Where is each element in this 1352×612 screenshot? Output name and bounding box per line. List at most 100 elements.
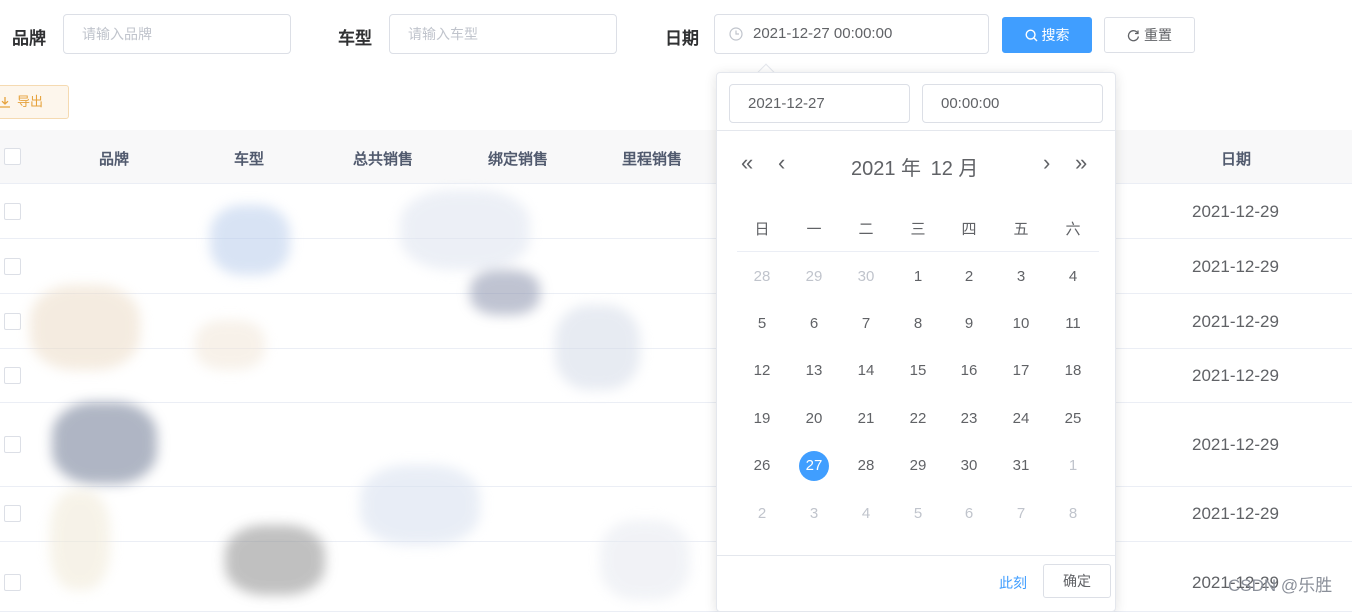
picker-header: 2021 年 12 月: [851, 152, 982, 181]
calendar-day[interactable]: 3: [1006, 262, 1036, 292]
calendar-day[interactable]: 1: [1058, 451, 1088, 481]
redaction-mark: [30, 285, 140, 370]
year-label[interactable]: 2021 年: [851, 158, 921, 180]
chevron-right-icon[interactable]: ›: [1043, 151, 1050, 175]
picker-date-input[interactable]: 2021-12-27: [729, 84, 910, 123]
calendar-day[interactable]: 28: [747, 262, 777, 292]
redaction-mark: [470, 270, 540, 315]
calendar-day[interactable]: 29: [903, 451, 933, 481]
redaction-mark: [225, 525, 325, 595]
calendar-day[interactable]: 19: [747, 404, 777, 434]
calendar-day[interactable]: 5: [747, 309, 777, 339]
calendar-day[interactable]: 13: [799, 356, 829, 386]
calendar-day[interactable]: 22: [903, 404, 933, 434]
double-chevron-right-icon[interactable]: »: [1075, 151, 1087, 175]
calendar-day[interactable]: 1: [903, 262, 933, 292]
calendar-day[interactable]: 18: [1058, 356, 1088, 386]
chevron-left-icon[interactable]: ‹: [778, 151, 785, 175]
row-checkbox[interactable]: [4, 574, 21, 591]
row-date: 2021-12-29: [1192, 366, 1279, 385]
table-header: 品牌 车型 总共销售 绑定销售 里程销售 日期: [0, 130, 1352, 184]
calendar-day[interactable]: 12: [747, 356, 777, 386]
calendar-day[interactable]: 17: [1006, 356, 1036, 386]
picker-divider: [717, 130, 1115, 131]
calendar-day[interactable]: 7: [851, 309, 881, 339]
calendar-day[interactable]: 3: [799, 499, 829, 529]
reset-button[interactable]: 重置: [1104, 17, 1195, 53]
picker-time-input[interactable]: 00:00:00: [922, 84, 1103, 123]
calendar-day[interactable]: 10: [1006, 309, 1036, 339]
row-checkbox[interactable]: [4, 505, 21, 522]
calendar-day[interactable]: 8: [1058, 499, 1088, 529]
redaction-mark: [600, 520, 690, 600]
date-label: 日期: [665, 29, 699, 48]
calendar-day[interactable]: 4: [1058, 262, 1088, 292]
month-label[interactable]: 12 月: [931, 158, 979, 180]
redaction-mark: [400, 190, 530, 270]
picker-footer-divider: [717, 555, 1115, 556]
calendar-day[interactable]: 16: [954, 356, 984, 386]
calendar-day[interactable]: 15: [903, 356, 933, 386]
calendar-day[interactable]: 2: [747, 499, 777, 529]
select-all-checkbox[interactable]: [4, 148, 21, 165]
table-row[interactable]: 2021-12-29: [0, 239, 1352, 294]
redaction-mark: [360, 465, 480, 545]
row-checkbox[interactable]: [4, 436, 21, 453]
row-checkbox[interactable]: [4, 258, 21, 275]
row-checkbox[interactable]: [4, 203, 21, 220]
row-date: 2021-12-29: [1192, 312, 1279, 331]
calendar-day[interactable]: 7: [1006, 499, 1036, 529]
column-header-bound-sales: 绑定销售: [487, 151, 549, 168]
calendar-day[interactable]: 20: [799, 404, 829, 434]
date-input[interactable]: 2021-12-27 00:00:00: [714, 14, 989, 54]
column-header-brand: 品牌: [98, 151, 130, 168]
weekday-header: 二: [858, 221, 874, 238]
table-row[interactable]: 2021-12-29: [0, 184, 1352, 239]
calendar-day[interactable]: 25: [1058, 404, 1088, 434]
weekday-header: 六: [1065, 221, 1081, 238]
calendar-day[interactable]: 14: [851, 356, 881, 386]
brand-input[interactable]: 请输入品牌: [63, 14, 291, 54]
calendar-day[interactable]: 9: [954, 309, 984, 339]
weekday-divider: [737, 251, 1099, 252]
download-icon: [0, 96, 10, 108]
table-row[interactable]: 2021-12-29: [0, 403, 1352, 487]
calendar-day[interactable]: 2: [954, 262, 984, 292]
calendar-day[interactable]: 30: [954, 451, 984, 481]
weekday-header: 一: [806, 221, 822, 238]
calendar-day[interactable]: 8: [903, 309, 933, 339]
calendar-day[interactable]: 24: [1006, 404, 1036, 434]
row-checkbox[interactable]: [4, 313, 21, 330]
calendar-day[interactable]: 11: [1058, 309, 1088, 339]
weekday-header: 三: [910, 221, 926, 238]
calendar-day[interactable]: 6: [799, 309, 829, 339]
row-checkbox[interactable]: [4, 367, 21, 384]
search-button[interactable]: 搜索: [1002, 17, 1092, 53]
model-label: 车型: [338, 29, 372, 48]
refresh-icon: [1127, 29, 1140, 42]
date-picker-popup: 2021-12-27 00:00:00 « ‹ 2021 年 12 月 › » …: [716, 72, 1116, 612]
export-button[interactable]: 导出: [0, 85, 69, 119]
search-icon: [1024, 29, 1037, 42]
column-header-date: 日期: [1220, 151, 1252, 168]
model-input[interactable]: 请输入车型: [389, 14, 617, 54]
calendar-day[interactable]: 4: [851, 499, 881, 529]
confirm-button[interactable]: 确定: [1043, 564, 1111, 598]
calendar-day[interactable]: 21: [851, 404, 881, 434]
calendar-day[interactable]: 23: [954, 404, 984, 434]
calendar-day[interactable]: 27: [799, 451, 829, 481]
calendar-day[interactable]: 30: [851, 262, 881, 292]
calendar-day[interactable]: 5: [903, 499, 933, 529]
column-header-total-sales: 总共销售: [352, 151, 414, 168]
redaction-mark: [52, 402, 157, 484]
double-chevron-left-icon[interactable]: «: [741, 151, 753, 175]
weekday-header: 日: [754, 221, 770, 238]
redaction-mark: [195, 320, 265, 370]
calendar-day[interactable]: 31: [1006, 451, 1036, 481]
calendar-day[interactable]: 28: [851, 451, 881, 481]
redaction-mark: [50, 490, 110, 590]
now-button[interactable]: 此刻: [999, 573, 1027, 593]
calendar-day[interactable]: 26: [747, 451, 777, 481]
calendar-day[interactable]: 6: [954, 499, 984, 529]
calendar-day[interactable]: 29: [799, 262, 829, 292]
